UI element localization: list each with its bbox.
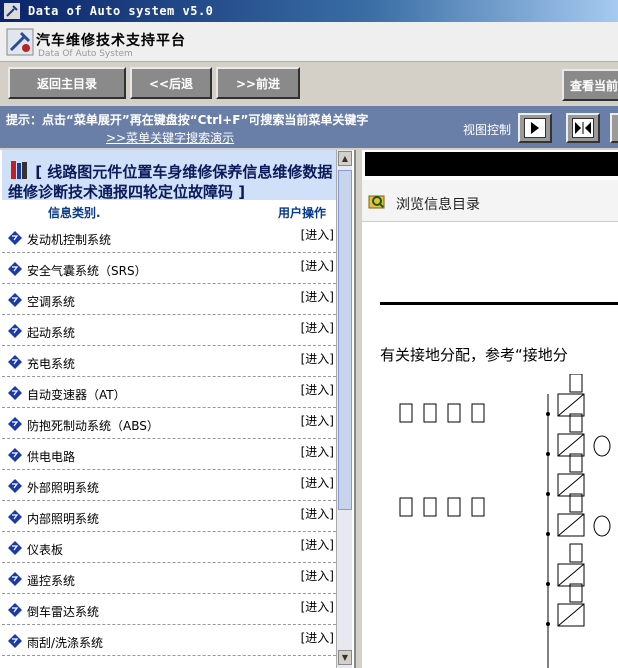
diamond-icon (8, 634, 22, 648)
menu-heading-text: [ 线路图元件位置车身维修保养信息维修数据维修诊断技术通报四轮定位故障码 ] (8, 163, 333, 201)
menu-item[interactable]: 防抱死制动系统（ABS） [进入] (2, 408, 336, 439)
split-view-button[interactable] (566, 113, 600, 143)
col-action-header: 用户操作 (278, 206, 327, 220)
col-category-header: 信息类别. (48, 206, 101, 220)
menu-item-label[interactable]: 外部照明系统 (27, 479, 99, 496)
viewer-header-bar (365, 152, 618, 176)
menu-item-label[interactable]: 自动变速器（AT） (27, 386, 126, 403)
forward-button[interactable]: >>前进 (216, 67, 300, 99)
app-subtitle: Data Of Auto System (38, 49, 133, 59)
menu-item[interactable]: 雨刮/洗涤系统 [进入] (2, 625, 336, 656)
enter-link[interactable]: [进入] (301, 474, 334, 491)
book-icon (11, 161, 27, 179)
window-title: Data of Auto system v5.0 (28, 4, 214, 18)
menu-item-label[interactable]: 防抱死制动系统（ABS） (27, 417, 159, 434)
viewer-panel: 浏览信息目录 有关接地分配，参考“接地分 (362, 150, 618, 668)
logo-icon (6, 28, 34, 56)
menu-item[interactable]: 安全气囊系统（SRS） [进入] (2, 253, 336, 284)
enter-link[interactable]: [进入] (301, 381, 334, 398)
menu-item[interactable]: 内部照明系统 [进入] (2, 501, 336, 532)
browse-directory-label[interactable]: 浏览信息目录 (396, 194, 480, 214)
enter-link[interactable]: [进入] (301, 567, 334, 584)
menu-item-label[interactable]: 供电电路 (27, 448, 75, 465)
expand-right-button[interactable] (518, 113, 552, 143)
view-current-button[interactable]: 查看当前 (562, 69, 618, 101)
back-to-main-button[interactable]: 返回主目录 (8, 67, 126, 99)
enter-link[interactable]: [进入] (301, 319, 334, 336)
doc-sentence: 有关接地分配，参考“接地分 (380, 346, 568, 364)
menu-item-label[interactable]: 空调系统 (27, 293, 75, 310)
diamond-icon (8, 355, 22, 369)
expand-left-button[interactable] (610, 113, 618, 143)
viewer-toolbar: 浏览信息目录 (362, 180, 618, 222)
enter-link[interactable]: [进入] (301, 288, 334, 305)
scroll-up-arrow[interactable]: ▲ (338, 151, 352, 166)
menu-item-label[interactable]: 倒车雷达系统 (27, 603, 99, 620)
menu-item[interactable]: 外部照明系统 [进入] (2, 470, 336, 501)
menu-item[interactable]: 充电系统 [进入] (2, 346, 336, 377)
menu-heading: [ 线路图元件位置车身维修保养信息维修数据维修诊断技术通报四轮定位故障码 ] (2, 150, 336, 201)
split-icon (575, 122, 591, 134)
menu-item-label[interactable]: 仪表板 (27, 541, 63, 558)
menu-item-label[interactable]: 起动系统 (27, 324, 75, 341)
menu-item-label[interactable]: 发动机控制系统 (27, 231, 111, 248)
diamond-icon (8, 448, 22, 462)
enter-link[interactable]: [进入] (301, 226, 334, 243)
menu-item-label[interactable]: 内部照明系统 (27, 510, 99, 527)
diamond-icon (8, 262, 22, 276)
diamond-icon (8, 603, 22, 617)
scroll-thumb[interactable] (338, 170, 352, 510)
wiring-diagram (399, 374, 611, 668)
diamond-icon (8, 231, 22, 245)
wrench-icon (4, 3, 20, 19)
menu-item[interactable]: 仪表板 [进入] (2, 532, 336, 563)
enter-link[interactable]: [进入] (301, 257, 334, 274)
menu-item[interactable]: 发动机控制系统 [进入] (2, 222, 336, 253)
back-button[interactable]: <<后退 (130, 67, 212, 99)
diamond-icon (8, 417, 22, 431)
app-header: 汽车维修技术支持平台 Data Of Auto System (0, 22, 618, 62)
menu-item-label[interactable]: 雨刮/洗涤系统 (27, 634, 103, 651)
menu-item[interactable]: 遥控系统 [进入] (2, 563, 336, 594)
menu-item[interactable]: 供电电路 [进入] (2, 439, 336, 470)
app-title: 汽车维修技术支持平台 (36, 33, 186, 49)
enter-link[interactable]: [进入] (301, 598, 334, 615)
menu-list: 发动机控制系统 [进入] 安全气囊系统（SRS） [进入] 空调系统 [进入] 起动系统 [进… (2, 222, 336, 656)
scroll-down-arrow[interactable]: ▼ (338, 650, 352, 665)
hint-text: 提示：点击“菜单展开”再在键盘按“Ctrl+F”可搜索当前菜单关键字 (6, 113, 369, 127)
hint-bar: 提示：点击“菜单展开”再在键盘按“Ctrl+F”可搜索当前菜单关键字 >>菜单关… (0, 106, 618, 148)
nav-toolbar: 返回主目录 <<后退 >>前进 查看当前 (0, 62, 618, 106)
menu-item[interactable]: 起动系统 [进入] (2, 315, 336, 346)
menu-item-label[interactable]: 遥控系统 (27, 572, 75, 589)
doc-rule (380, 302, 618, 305)
diamond-icon (8, 541, 22, 555)
arrow-right-icon (531, 122, 539, 134)
menu-panel: [ 线路图元件位置车身维修保养信息维修数据维修诊断技术通报四轮定位故障码 ] 信… (0, 150, 356, 668)
folder-search-icon[interactable] (368, 192, 386, 210)
menu-item-label[interactable]: 安全气囊系统（SRS） (27, 262, 147, 279)
menu-scrollbar[interactable]: ▲ ▼ (336, 150, 352, 668)
enter-link[interactable]: [进入] (301, 505, 334, 522)
menu-item-label[interactable]: 充电系统 (27, 355, 75, 372)
document-view: 有关接地分配，参考“接地分 (362, 224, 618, 668)
enter-link[interactable]: [进入] (301, 629, 334, 646)
diamond-icon (8, 324, 22, 338)
diamond-icon (8, 293, 22, 307)
enter-link[interactable]: [进入] (301, 350, 334, 367)
enter-link[interactable]: [进入] (301, 412, 334, 429)
view-control-label: 视图控制 (463, 123, 512, 137)
menu-item[interactable]: 空调系统 [进入] (2, 284, 336, 315)
enter-link[interactable]: [进入] (301, 443, 334, 460)
diamond-icon (8, 386, 22, 400)
menu-item[interactable]: 倒车雷达系统 [进入] (2, 594, 336, 625)
title-bar: Data of Auto system v5.0 (0, 0, 618, 22)
diamond-icon (8, 572, 22, 586)
menu-item[interactable]: 自动变速器（AT） [进入] (2, 377, 336, 408)
diamond-icon (8, 479, 22, 493)
diamond-icon (8, 510, 22, 524)
search-demo-link[interactable]: >>菜单关键字搜索演示 (106, 129, 234, 146)
enter-link[interactable]: [进入] (301, 536, 334, 553)
